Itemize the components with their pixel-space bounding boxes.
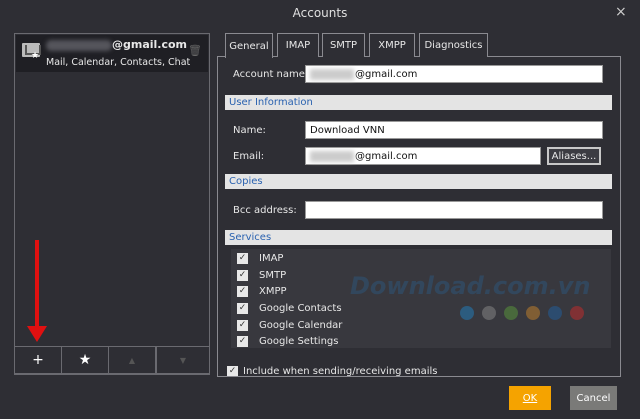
service-imap[interactable]: ✓ IMAP: [237, 250, 283, 266]
checkbox-checked-icon[interactable]: ✓: [237, 269, 248, 281]
red-arrowhead-annotation: [27, 326, 47, 342]
window-title: Accounts: [292, 6, 348, 20]
cancel-button[interactable]: Cancel: [570, 386, 617, 410]
section-services: Services: [225, 230, 612, 245]
redacted-username: [46, 40, 112, 51]
red-arrow-annotation: [35, 240, 39, 328]
include-label: Include when sending/receiving emails: [243, 365, 438, 377]
redacted-text: [310, 68, 354, 80]
tab-diagnostics[interactable]: Diagnostics: [419, 33, 488, 57]
account-list: [14, 33, 210, 375]
name-label: Name:: [233, 125, 266, 136]
watermark-dot: [482, 306, 496, 320]
account-email: @gmail.com: [112, 38, 188, 51]
service-google-contacts[interactable]: ✓ Google Contacts: [237, 300, 342, 316]
bcc-label: Bcc address:: [233, 205, 297, 216]
service-label: Google Settings: [259, 335, 339, 347]
service-google-calendar[interactable]: ✓ Google Calendar: [237, 317, 342, 333]
account-services: Mail, Calendar, Contacts, Chat: [46, 56, 191, 68]
service-smtp[interactable]: ✓ SMTP: [237, 267, 286, 283]
default-star-icon: ★: [31, 51, 40, 61]
service-label: Google Contacts: [259, 302, 342, 314]
name-input[interactable]: Download VNN: [305, 121, 603, 139]
account-name-value: @gmail.com: [355, 68, 418, 80]
checkbox-checked-icon[interactable]: ✓: [237, 252, 248, 264]
move-down-button[interactable]: ▼: [156, 346, 210, 374]
tab-smtp[interactable]: SMTP: [322, 33, 365, 57]
account-list-item[interactable]: ★ @gmail.com Mail, Calendar, Contacts, C…: [16, 35, 208, 72]
section-user-information: User Information: [225, 95, 612, 110]
aliases-button[interactable]: Aliases...: [547, 147, 601, 165]
account-name-label: Account name:: [233, 69, 309, 80]
watermark-dot: [504, 306, 518, 320]
watermark-dot: [460, 306, 474, 320]
checkbox-checked-icon[interactable]: ✓: [237, 285, 248, 297]
checkbox-checked-icon[interactable]: ✓: [237, 302, 248, 314]
watermark-dot: [548, 306, 562, 320]
include-row-clip: ✓ Include when sending/receiving emails: [218, 362, 620, 376]
service-label: SMTP: [259, 269, 287, 281]
set-default-button[interactable]: ★: [61, 346, 109, 374]
add-account-button[interactable]: +: [14, 346, 62, 374]
close-icon[interactable]: ×: [615, 4, 627, 20]
watermark-logo: Download.com.vn: [350, 272, 591, 300]
redacted-text: [310, 150, 354, 162]
checkbox-checked-icon[interactable]: ✓: [237, 335, 248, 347]
email-value: @gmail.com: [355, 150, 418, 162]
email-input[interactable]: @gmail.com: [305, 147, 541, 165]
tab-xmpp[interactable]: XMPP: [369, 33, 415, 57]
service-label: Google Calendar: [259, 319, 343, 331]
account-name-input[interactable]: @gmail.com: [305, 65, 603, 83]
tab-general[interactable]: General: [225, 33, 273, 58]
watermark-dot: [570, 306, 584, 320]
include-sending-receiving-checkbox[interactable]: ✓ Include when sending/receiving emails: [227, 363, 437, 376]
service-label: XMPP: [259, 285, 287, 297]
checkbox-checked-icon[interactable]: ✓: [227, 365, 238, 376]
ok-button[interactable]: OK: [509, 386, 551, 410]
service-google-settings[interactable]: ✓ Google Settings: [237, 333, 338, 349]
service-label: IMAP: [259, 252, 284, 264]
watermark-dot: [526, 306, 540, 320]
email-label: Email:: [233, 151, 265, 162]
service-xmpp[interactable]: ✓ XMPP: [237, 283, 287, 299]
section-copies: Copies: [225, 174, 612, 189]
checkbox-checked-icon[interactable]: ✓: [237, 319, 248, 331]
bcc-input[interactable]: [305, 201, 603, 219]
tab-imap[interactable]: IMAP: [277, 33, 319, 57]
trash-icon[interactable]: 🗑: [188, 44, 202, 57]
move-up-button[interactable]: ▲: [108, 346, 156, 374]
